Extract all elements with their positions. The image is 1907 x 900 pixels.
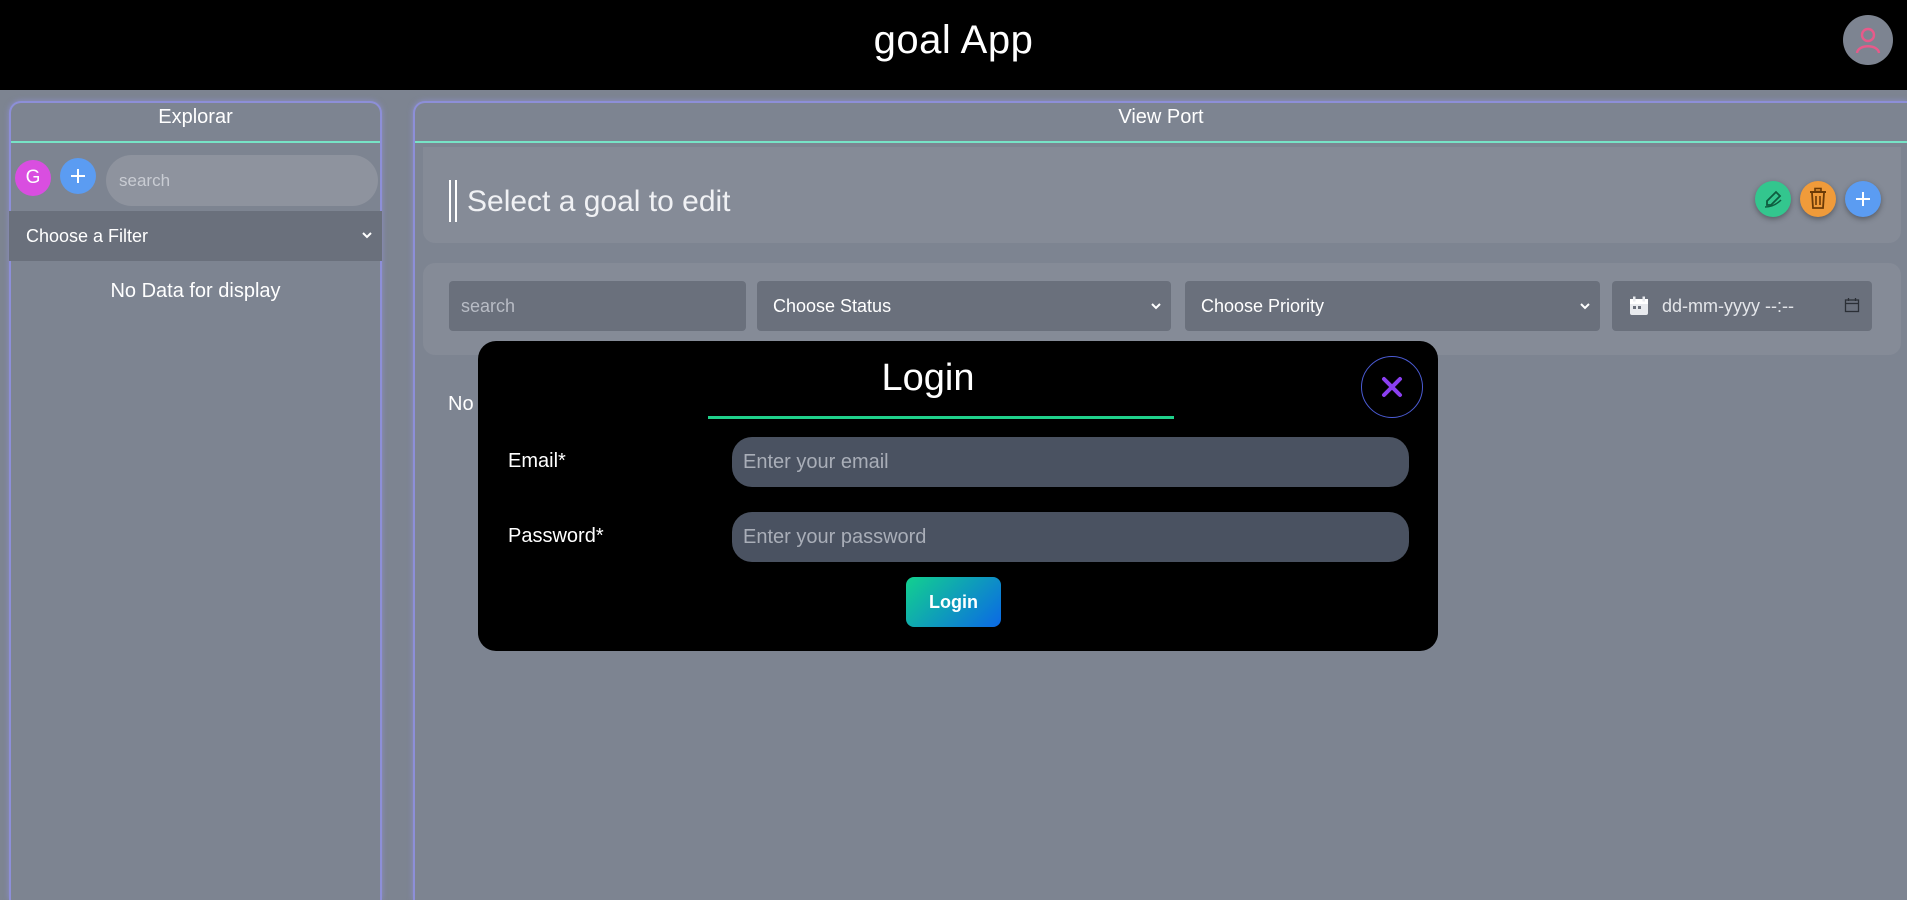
- goal-title-placeholder[interactable]: Select a goal to edit: [467, 185, 731, 219]
- filter-select-label: Choose a Filter: [26, 226, 149, 246]
- explorer-toolbar: G: [14, 152, 379, 206]
- date-input[interactable]: dd-mm-yyyy --:--: [1612, 281, 1872, 331]
- plus-icon: [71, 169, 85, 183]
- chevron-down-icon: [362, 232, 372, 239]
- filter-select[interactable]: Choose a Filter: [9, 211, 382, 261]
- app-title: goal App: [873, 18, 1034, 62]
- priority-select[interactable]: Choose Priority: [1185, 281, 1600, 331]
- title-underline: [708, 416, 1174, 419]
- email-field[interactable]: [732, 437, 1409, 487]
- edit-icon: [1764, 190, 1782, 208]
- close-icon: [1382, 377, 1402, 397]
- group-badge[interactable]: G: [15, 160, 51, 196]
- viewport-title: View Port: [415, 103, 1907, 143]
- calendar-icon: [1630, 296, 1648, 315]
- text-cursor: [449, 180, 457, 222]
- email-label: Email*: [508, 450, 566, 472]
- add-goal-button[interactable]: [1845, 181, 1881, 217]
- login-button[interactable]: Login: [906, 577, 1001, 627]
- empty-state-partial: No: [448, 393, 474, 415]
- goal-editor-bar: Select a goal to edit: [423, 147, 1901, 243]
- delete-goal-button[interactable]: [1800, 181, 1836, 217]
- goal-search-input[interactable]: search: [449, 281, 746, 331]
- date-placeholder: dd-mm-yyyy --:--: [1662, 296, 1794, 316]
- chevron-down-icon: [1151, 303, 1161, 310]
- status-select-label: Choose Status: [773, 296, 892, 316]
- edit-goal-button[interactable]: [1755, 181, 1791, 217]
- explorer-search-input[interactable]: [106, 155, 378, 206]
- user-avatar[interactable]: [1843, 15, 1893, 65]
- plus-icon: [1856, 192, 1870, 206]
- empty-state: No Data for display: [110, 280, 281, 302]
- password-field[interactable]: [732, 512, 1409, 562]
- login-modal: Login Email* Password* Login: [478, 341, 1438, 651]
- user-icon: [1855, 27, 1881, 54]
- status-select[interactable]: Choose Status: [757, 281, 1171, 331]
- priority-select-label: Choose Priority: [1201, 296, 1325, 316]
- add-group-button[interactable]: [60, 158, 96, 194]
- login-title: Login: [881, 357, 975, 399]
- password-label: Password*: [508, 525, 604, 547]
- close-modal-button[interactable]: [1361, 356, 1423, 418]
- trash-icon: [1810, 187, 1826, 209]
- top-bar: goal App: [0, 0, 1907, 90]
- explorer-panel: Explorar G Choose a Filter No Data for d…: [9, 101, 382, 900]
- explorer-title: Explorar: [11, 103, 380, 143]
- calendar-picker-icon[interactable]: [1844, 297, 1860, 313]
- chevron-down-icon: [1580, 303, 1590, 310]
